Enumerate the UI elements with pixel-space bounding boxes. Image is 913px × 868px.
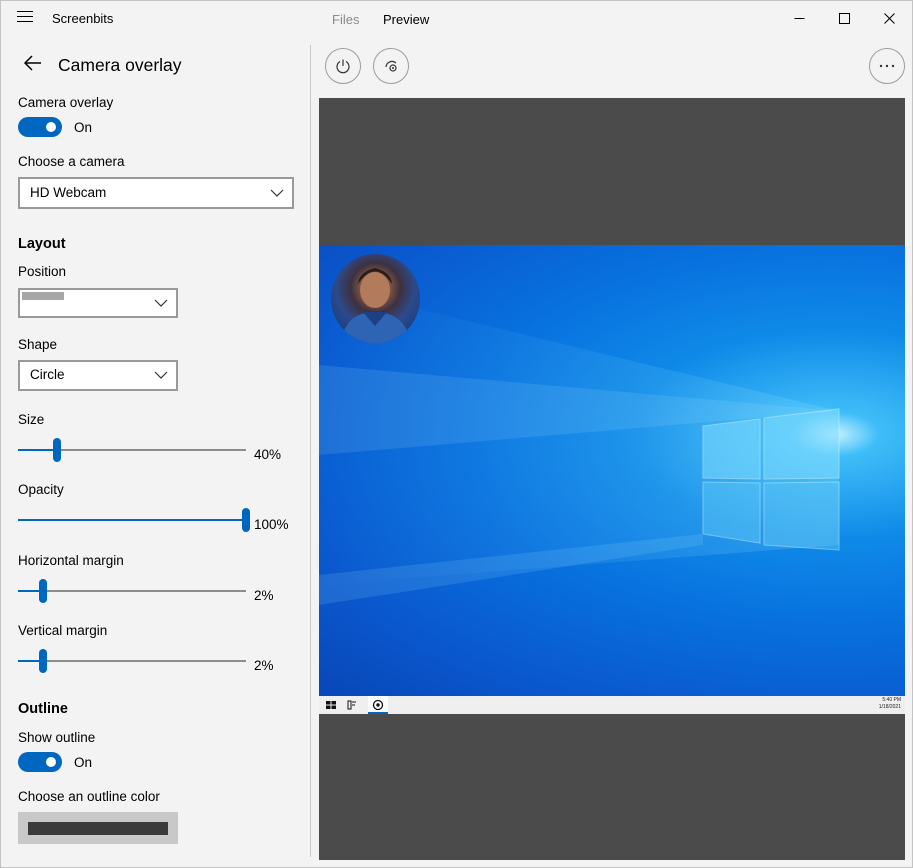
clock-date: 1/18/2021 [878,704,901,710]
close-icon [883,12,895,24]
back-button[interactable] [23,53,43,73]
horizontal-margin-label: Horizontal margin [18,553,124,568]
title-bar: Screenbits Files Preview [1,1,912,37]
camera-select[interactable]: HD Webcam [18,177,294,209]
close-button[interactable] [866,1,912,35]
size-value: 40% [254,447,282,462]
taskbar-preview: 5:40 PM 1/18/2021 [319,696,905,714]
maximize-button[interactable] [821,1,867,35]
outline-color-label: Choose an outline color [18,789,160,804]
taskbar-clock: 5:40 PM 1/18/2021 [879,697,901,711]
opacity-slider[interactable] [18,508,250,532]
power-icon [336,59,350,74]
camera-overlay-preview [331,254,420,343]
minimize-icon [794,17,804,19]
start-icon [326,701,336,709]
size-label: Size [18,412,45,427]
tab-files[interactable]: Files [332,12,359,27]
minimize-button[interactable] [776,1,822,35]
camera-swap-button[interactable] [373,48,409,84]
screenbits-taskbar-icon [372,699,384,711]
app-title: Screenbits [52,11,114,26]
back-arrow-icon [23,55,41,71]
task-view-icon [347,700,356,710]
outline-color-swatch [28,822,168,835]
vertical-margin-value: 2% [254,658,274,673]
camera-overlay-toggle[interactable] [18,117,62,137]
tab-preview[interactable]: Preview [383,12,429,27]
position-select[interactable] [18,288,178,318]
show-outline-state: On [74,755,93,770]
chevron-down-icon [154,299,168,307]
shape-label: Shape [18,337,58,352]
more-button[interactable] [869,48,905,84]
show-outline-toggle[interactable] [18,752,62,772]
opacity-slider-thumb[interactable] [242,508,250,532]
position-swatch [22,292,64,300]
more-icon [879,64,895,68]
shape-select-value: Circle [30,367,65,382]
position-label: Position [18,264,67,279]
vertical-margin-slider-thumb[interactable] [39,649,48,673]
pane-divider [310,45,311,857]
horizontal-margin-slider-thumb[interactable] [39,579,48,603]
settings-pane: Camera overlay Camera overlay On Choose … [1,37,310,867]
desktop-preview [319,245,905,696]
hamburger-icon[interactable] [17,11,33,25]
vertical-margin-slider[interactable] [18,649,246,673]
chevron-down-icon [154,371,168,379]
page-title: Camera overlay [58,55,182,75]
clock-time: 5:40 PM [882,697,901,703]
app-window: Screenbits Files Preview Camera overlay … [0,0,913,868]
shape-select[interactable]: Circle [18,360,178,391]
camera-swap-icon [385,60,397,72]
maximize-icon [838,12,850,24]
layout-heading: Layout [18,236,66,252]
power-button[interactable] [325,48,361,84]
outline-color-button[interactable] [18,812,178,844]
camera-select-value: HD Webcam [30,185,107,200]
show-outline-label: Show outline [18,730,96,745]
outline-heading: Outline [18,701,68,717]
opacity-label: Opacity [18,482,64,497]
choose-camera-label: Choose a camera [18,154,125,169]
horizontal-margin-slider[interactable] [18,579,246,603]
opacity-value: 100% [254,517,289,532]
size-slider[interactable] [18,438,246,462]
horizontal-margin-value: 2% [254,588,274,603]
camera-overlay-label: Camera overlay [18,95,114,110]
camera-overlay-state: On [74,120,93,135]
vertical-margin-label: Vertical margin [18,623,108,638]
size-slider-thumb[interactable] [52,438,61,462]
chevron-down-icon [270,189,284,197]
preview-area: 5:40 PM 1/18/2021 [319,98,905,860]
